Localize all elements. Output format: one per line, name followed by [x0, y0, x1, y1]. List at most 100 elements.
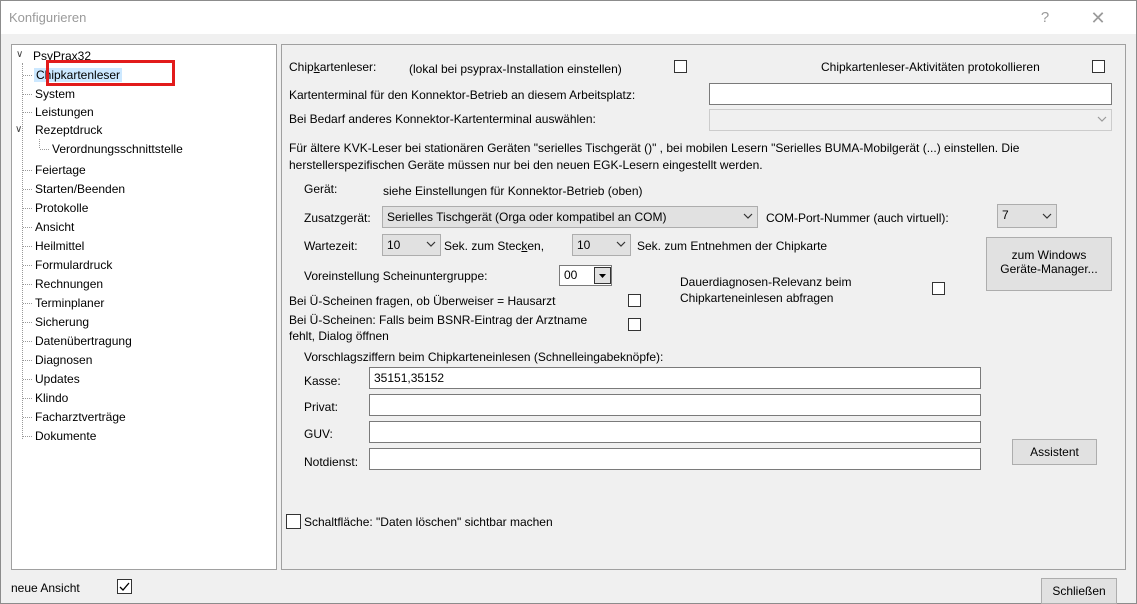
guv-input[interactable]	[369, 421, 981, 443]
zusatz-select[interactable]: Serielles Tischgerät (Orga oder kompatib…	[382, 206, 758, 228]
other-terminal-select[interactable]	[709, 109, 1112, 131]
tree-connector	[23, 379, 32, 380]
label-part: Chip	[289, 60, 314, 74]
com-port-value: 7	[1002, 208, 1009, 222]
dauer-line2: Chipkarteneinlesen abfragen	[680, 291, 834, 305]
button-line: zum Windows	[1011, 248, 1087, 262]
tree-item-label: Facharztverträge	[35, 410, 126, 424]
notdienst-input[interactable]	[369, 448, 981, 470]
notdienst-label: Notdienst:	[304, 455, 359, 469]
neue-ansicht-label: neue Ansicht	[11, 581, 80, 595]
kasse-label: Kasse:	[304, 374, 341, 388]
tree-connector	[23, 265, 32, 266]
voreinstellung-dropdown-button[interactable]	[594, 267, 611, 284]
delete-visible-label: Schaltfläche: "Daten löschen" sichtbar m…	[304, 515, 553, 529]
voreinstellung-value: 00	[564, 268, 578, 282]
wait-insert-select[interactable]: 10	[382, 234, 441, 256]
chevron-down-icon[interactable]: ∨	[15, 124, 22, 135]
zusatz-label: Zusatzgerät:	[304, 211, 371, 225]
tree-item-label: Rezeptdruck	[35, 123, 103, 137]
delete-visible-checkbox[interactable]	[286, 514, 301, 529]
tree-guide-line	[39, 139, 40, 148]
chevron-down-icon[interactable]: ∨	[16, 49, 23, 60]
chevron-down-icon	[1042, 213, 1052, 219]
config-window: Konfigurieren ? ✕ ∨ PsyPrax32 Chipkarten…	[0, 0, 1137, 604]
tree-connector	[23, 112, 32, 113]
close-window-button[interactable]: ✕	[1078, 5, 1118, 31]
label-part: en,	[527, 239, 545, 253]
other-terminal-label: Bei Bedarf anderes Konnektor-Kartentermi…	[289, 112, 596, 126]
chip-reader-note: (lokal bei psyprax-Installation einstell…	[409, 62, 622, 76]
com-port-label: COM-Port-Nummer (auch virtuell):	[766, 211, 949, 225]
tree-item-label: Rechnungen	[35, 277, 104, 291]
tree-item-label: Heilmittel	[35, 239, 85, 253]
tree-connector	[23, 360, 32, 361]
assistent-button[interactable]: Assistent	[1012, 439, 1097, 465]
tree-connector	[23, 170, 32, 171]
tree-connector	[23, 398, 32, 399]
tree-item-label: Protokolle	[35, 201, 89, 215]
tree-connector	[23, 341, 32, 342]
dauer-line1: Dauerdiagnosen-Relevanz beim	[680, 275, 852, 289]
tree-item-label: System	[35, 87, 76, 101]
chip-log-checkbox[interactable]	[1092, 60, 1105, 73]
chevron-down-icon	[743, 213, 753, 219]
chevron-down-icon	[426, 241, 436, 247]
help-button[interactable]: ?	[1025, 5, 1065, 31]
schliessen-button[interactable]: Schließen	[1041, 578, 1117, 604]
privat-label: Privat:	[304, 400, 339, 414]
chip-reader-label: Chipkartenleser:	[289, 60, 376, 74]
tree-connector	[40, 149, 49, 150]
kasse-input[interactable]: 35151,35152	[369, 367, 981, 389]
tree-connector	[23, 322, 32, 323]
tree-item-label: Diagnosen	[35, 353, 93, 367]
tree-item-label: Starten/Beenden	[35, 182, 126, 196]
terminal-label: Kartenterminal für den Konnektor-Betrieb…	[289, 88, 636, 102]
tree-connector	[23, 227, 32, 228]
tree-connector	[23, 189, 32, 190]
guv-label: GUV:	[304, 427, 333, 441]
wait-insert-label: Sek. zum Stecken,	[444, 239, 544, 253]
tree-connector	[23, 75, 32, 76]
device-manager-button[interactable]: zum Windows Geräte-Manager...	[986, 237, 1112, 291]
tree-item-label: Terminplaner	[35, 296, 105, 310]
wait-remove-select[interactable]: 10	[572, 234, 631, 256]
wait-remove-value: 10	[577, 238, 591, 252]
wait-remove-label: Sek. zum Entnehmen der Chipkarte	[637, 239, 828, 253]
chip-reader-checkbox[interactable]	[674, 60, 687, 73]
selection-highlight	[46, 60, 175, 86]
label-part: Sek. zum Stec	[444, 239, 522, 253]
settings-tree[interactable]: ∨ PsyPrax32 Chipkartenleser System Leist…	[11, 44, 277, 570]
tree-item-label: Klindo	[35, 391, 69, 405]
ue-hausarzt-checkbox[interactable]	[628, 294, 641, 307]
tree-connector	[23, 94, 32, 95]
tree-connector	[23, 246, 32, 247]
zusatz-value: Serielles Tischgerät (Orga oder kompatib…	[387, 210, 667, 224]
settings-panel: Chipkartenleser: (lokal bei psyprax-Inst…	[281, 44, 1126, 570]
info-text-line1: Für ältere KVK-Leser bei stationären Ger…	[289, 141, 1020, 155]
neue-ansicht-checkbox[interactable]	[117, 579, 132, 594]
info-text-line2: herstellerspezifischen Geräte müssen nur…	[289, 158, 763, 172]
tree-item-label: Verordnungsschnittstelle	[52, 142, 183, 156]
ue-bsnr-line1: Bei Ü-Scheinen: Falls beim BSNR-Eintrag …	[289, 313, 588, 327]
tree-item-label: Sicherung	[35, 315, 90, 329]
title-bar: Konfigurieren ? ✕	[1, 1, 1136, 34]
triangle-down-icon	[599, 274, 606, 278]
com-port-select[interactable]: 7	[997, 204, 1057, 228]
tree-connector	[23, 303, 32, 304]
tree-item-label: Formulardruck	[35, 258, 113, 272]
dauer-checkbox[interactable]	[932, 282, 945, 295]
tree-item-label: Dokumente	[35, 429, 97, 443]
window-title: Konfigurieren	[9, 10, 87, 25]
checkmark-icon	[119, 582, 130, 591]
tree-item-label: Ansicht	[35, 220, 75, 234]
wartezeit-label: Wartezeit:	[304, 239, 358, 253]
ue-hausarzt-label: Bei Ü-Scheinen fragen, ob Überweiser = H…	[289, 294, 556, 308]
button-line: Geräte-Manager...	[1000, 262, 1098, 276]
tree-connector	[23, 208, 32, 209]
geraet-label: Gerät:	[304, 182, 338, 196]
chevron-down-icon	[1097, 116, 1107, 122]
ue-bsnr-checkbox[interactable]	[628, 318, 641, 331]
privat-input[interactable]	[369, 394, 981, 416]
terminal-input[interactable]	[709, 83, 1112, 105]
